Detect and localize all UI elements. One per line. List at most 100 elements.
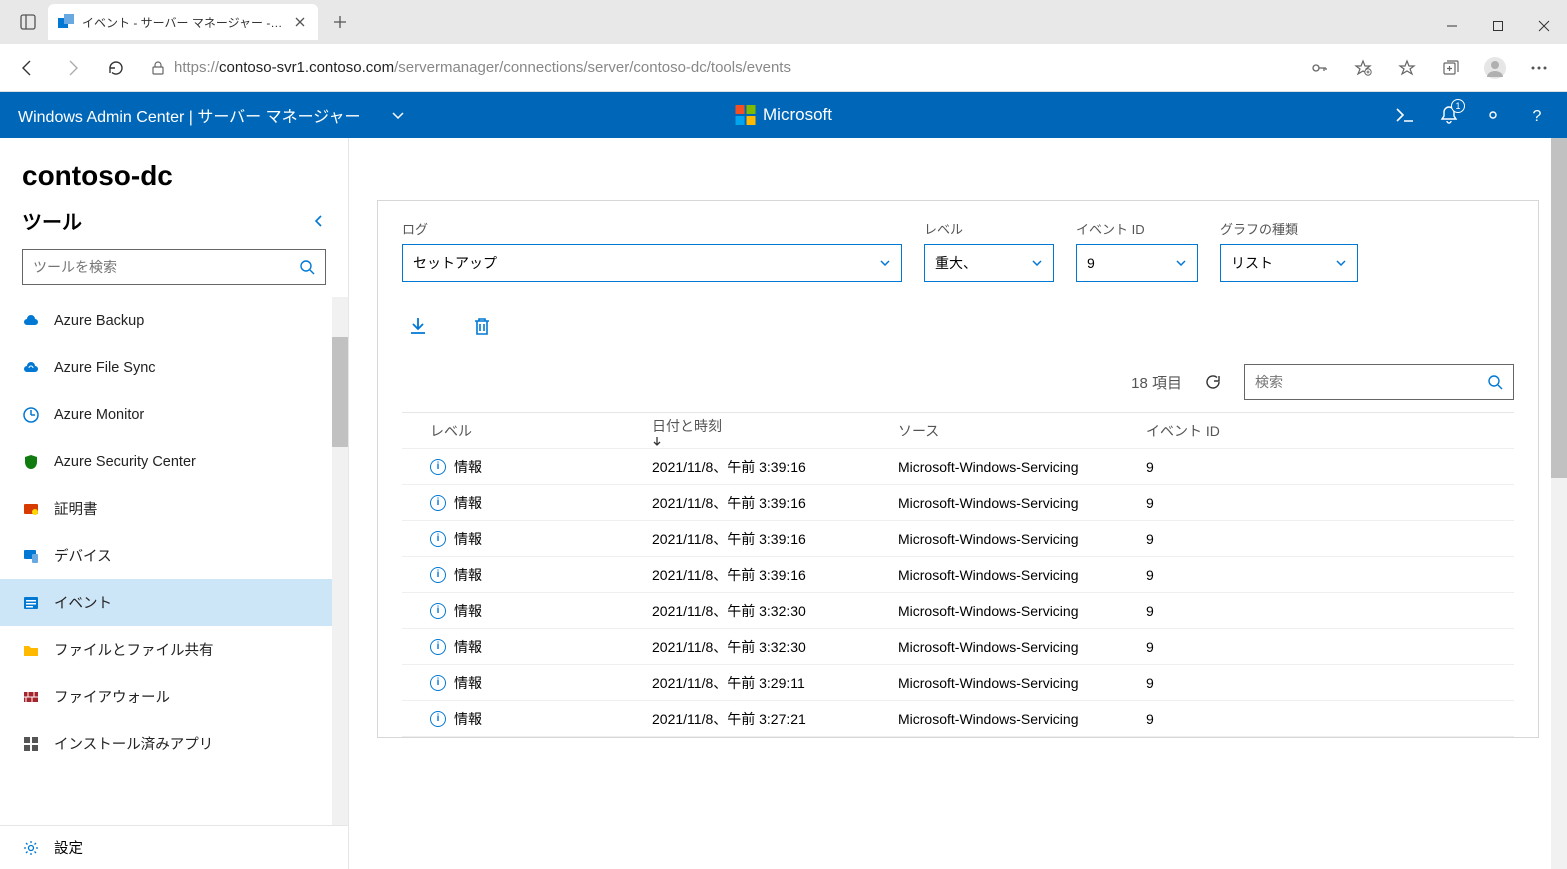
help-button[interactable]: ?	[1525, 103, 1549, 127]
delete-button[interactable]	[466, 310, 498, 342]
settings-button[interactable]	[1481, 103, 1505, 127]
sidebar-search-input[interactable]	[33, 259, 291, 275]
table-row[interactable]: i情報2021/11/8、午前 3:29:11Microsoft-Windows…	[402, 665, 1514, 701]
filter-id-combo[interactable]: 9	[1076, 244, 1198, 282]
cell-id: 9	[1146, 495, 1514, 511]
main-scrollbar-thumb[interactable]	[1551, 138, 1567, 478]
main-content: ログ セットアップ レベル 重大、 イベント ID 9	[349, 138, 1567, 869]
sidebar-item-label: ファイルとファイル共有	[54, 639, 214, 660]
col-id[interactable]: イベント ID	[1146, 421, 1514, 441]
browser-titlebar: イベント - サーバー マネージャー - Windo	[0, 0, 1567, 44]
sidebar-item[interactable]: デバイス	[0, 532, 348, 579]
chevron-down-icon[interactable]	[391, 108, 405, 122]
window-maximize-button[interactable]	[1475, 8, 1521, 44]
favorites-button[interactable]	[1387, 48, 1427, 88]
col-source[interactable]: ソース	[898, 421, 1146, 441]
table-row[interactable]: i情報2021/11/8、午前 3:32:30Microsoft-Windows…	[402, 629, 1514, 665]
cell-source: Microsoft-Windows-Servicing	[898, 675, 1146, 691]
window-close-button[interactable]	[1521, 8, 1567, 44]
col-date[interactable]: 日付と時刻	[652, 416, 898, 446]
filter-chart-combo[interactable]: リスト	[1220, 244, 1358, 282]
info-icon: i	[430, 639, 446, 655]
filter-level-combo[interactable]: 重大、	[924, 244, 1054, 282]
profile-button[interactable]	[1475, 48, 1515, 88]
apps-icon	[22, 735, 40, 753]
results-search-input[interactable]	[1255, 374, 1479, 390]
sidebar-item-label: 証明書	[54, 498, 98, 519]
sidebar-item[interactable]: インストール済みアプリ	[0, 720, 348, 767]
browser-toolbar: https://contoso-svr1.contoso.com/serverm…	[0, 44, 1567, 92]
table-row[interactable]: i情報2021/11/8、午前 3:39:16Microsoft-Windows…	[402, 557, 1514, 593]
favorites-add-button[interactable]	[1343, 48, 1383, 88]
scrollbar-thumb[interactable]	[332, 337, 348, 447]
sidebar-list: Azure BackupAzure File SyncAzure Monitor…	[0, 297, 348, 825]
cell-id: 9	[1146, 531, 1514, 547]
browser-tab[interactable]: イベント - サーバー マネージャー - Windo	[48, 4, 318, 40]
window-minimize-button[interactable]	[1429, 8, 1475, 44]
shield-icon	[22, 453, 40, 471]
refresh-button[interactable]	[96, 48, 136, 88]
wac-brand-text: Windows Admin Center | サーバー マネージャー	[18, 103, 361, 127]
sidebar-item[interactable]: Azure Monitor	[0, 391, 348, 438]
sync-icon	[22, 359, 40, 377]
sidebar-item[interactable]: ファイルとファイル共有	[0, 626, 348, 673]
site-info-icon[interactable]	[150, 60, 166, 76]
main-scrollbar-track[interactable]	[1551, 138, 1567, 869]
back-button[interactable]	[8, 48, 48, 88]
table-row[interactable]: i情報2021/11/8、午前 3:39:16Microsoft-Windows…	[402, 485, 1514, 521]
cell-id: 9	[1146, 567, 1514, 583]
cell-level: 情報	[454, 637, 482, 657]
table-row[interactable]: i情報2021/11/8、午前 3:39:16Microsoft-Windows…	[402, 449, 1514, 485]
info-icon: i	[430, 567, 446, 583]
filter-level-label: レベル	[924, 219, 1054, 238]
results-search[interactable]	[1244, 364, 1514, 400]
key-icon[interactable]	[1299, 48, 1339, 88]
refresh-results-button[interactable]	[1200, 369, 1226, 395]
cell-id: 9	[1146, 459, 1514, 475]
collapse-sidebar-button[interactable]	[312, 214, 326, 228]
address-bar[interactable]: https://contoso-svr1.contoso.com/serverm…	[140, 51, 1295, 85]
sidebar-title: ツール	[22, 206, 82, 235]
sidebar-search[interactable]	[22, 249, 326, 285]
cell-level: 情報	[454, 565, 482, 585]
new-tab-button[interactable]	[324, 6, 356, 38]
chevron-down-icon	[1175, 257, 1187, 269]
tab-close-button[interactable]	[292, 14, 308, 30]
microsoft-logo: Microsoft	[735, 105, 832, 125]
tab-actions-button[interactable]	[8, 4, 48, 40]
info-icon: i	[430, 675, 446, 691]
cell-date: 2021/11/8、午前 3:29:11	[652, 673, 898, 693]
chevron-down-icon	[1031, 257, 1043, 269]
forward-button[interactable]	[52, 48, 92, 88]
sidebar-item[interactable]: Azure Backup	[0, 297, 348, 344]
sidebar-item[interactable]: Azure File Sync	[0, 344, 348, 391]
sidebar-item[interactable]: ファイアウォール	[0, 673, 348, 720]
sidebar-settings-label: 設定	[54, 837, 83, 858]
cell-id: 9	[1146, 675, 1514, 691]
collections-button[interactable]	[1431, 48, 1471, 88]
sidebar-item[interactable]: 証明書	[0, 485, 348, 532]
col-level[interactable]: レベル	[402, 421, 652, 441]
table-row[interactable]: i情報2021/11/8、午前 3:27:21Microsoft-Windows…	[402, 701, 1514, 737]
sidebar-item[interactable]: イベント	[0, 579, 348, 626]
sidebar-item[interactable]: Azure Security Center	[0, 438, 348, 485]
notifications-button[interactable]: 1	[1437, 103, 1461, 127]
cell-source: Microsoft-Windows-Servicing	[898, 567, 1146, 583]
table-row[interactable]: i情報2021/11/8、午前 3:32:30Microsoft-Windows…	[402, 593, 1514, 629]
scrollbar-track[interactable]	[332, 297, 348, 825]
sidebar-settings[interactable]: 設定	[0, 825, 348, 869]
filter-chart-label: グラフの種類	[1220, 219, 1358, 238]
powershell-button[interactable]	[1393, 103, 1417, 127]
table-row[interactable]: i情報2021/11/8、午前 3:39:16Microsoft-Windows…	[402, 521, 1514, 557]
sort-desc-icon	[652, 436, 898, 446]
gear-icon	[22, 839, 40, 857]
cell-date: 2021/11/8、午前 3:39:16	[652, 457, 898, 477]
cell-date: 2021/11/8、午前 3:32:30	[652, 637, 898, 657]
more-button[interactable]	[1519, 48, 1559, 88]
results-table: レベル 日付と時刻 ソース イベント ID i情報2021/11/8、午前 3:…	[402, 412, 1514, 737]
export-button[interactable]	[402, 310, 434, 342]
sidebar-item-label: ファイアウォール	[54, 686, 170, 707]
filter-log-combo[interactable]: セットアップ	[402, 244, 902, 282]
cell-source: Microsoft-Windows-Servicing	[898, 603, 1146, 619]
sidebar-item-label: Azure Security Center	[54, 454, 196, 470]
